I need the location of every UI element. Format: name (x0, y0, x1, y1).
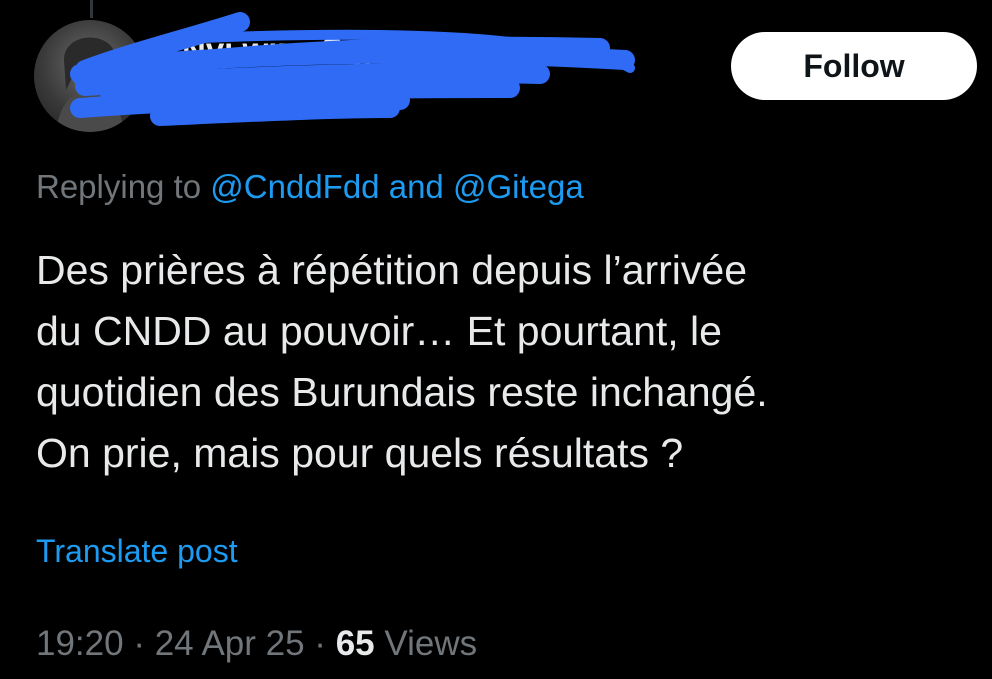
thread-connector-line (90, 0, 93, 18)
tweet-line-4: On prie, mais pour quels résultats ? (36, 430, 684, 476)
tweet-metadata: 19:20 · 24 Apr 25 · 65 Views (36, 622, 477, 666)
author-handle[interactable]: @ ramwiza (182, 80, 337, 120)
post-time[interactable]: 19:20 (36, 624, 124, 663)
avatar-image (56, 37, 124, 132)
tweet-line-3: quotidien des Burundais reste inchangé. (36, 369, 768, 415)
views-count[interactable]: 65 (336, 624, 375, 663)
avatar[interactable] (34, 20, 146, 132)
author-name-block[interactable]: Nvi wiza S ge @ ramwiza (182, 24, 642, 134)
post-date[interactable]: 24 Apr 25 (155, 624, 305, 663)
tweet-body: Des prières à répétition depuis l’arrivé… (36, 240, 986, 484)
replying-to-label: Replying to (36, 168, 202, 205)
meta-separator: · (314, 624, 326, 663)
views-label[interactable]: Views (384, 624, 477, 663)
replying-to-line: Replying to @CnddFdd and @Gitega (36, 166, 584, 208)
meta-separator: · (133, 624, 145, 663)
mention-cnddfdd-link[interactable]: @CnddFdd (210, 168, 379, 205)
author-display-name[interactable]: Nvi wiza S ge (182, 30, 391, 70)
tweet-line-2: du CNDD au pouvoir… Et pourtant, le (36, 308, 722, 354)
tweet-line-1: Des prières à répétition depuis l’arrivé… (36, 247, 748, 293)
follow-button[interactable]: Follow (731, 32, 977, 100)
mention-gitega-link[interactable]: @Gitega (453, 168, 584, 205)
translate-post-link[interactable]: Translate post (36, 530, 238, 572)
replying-to-joiner: and (388, 168, 444, 205)
